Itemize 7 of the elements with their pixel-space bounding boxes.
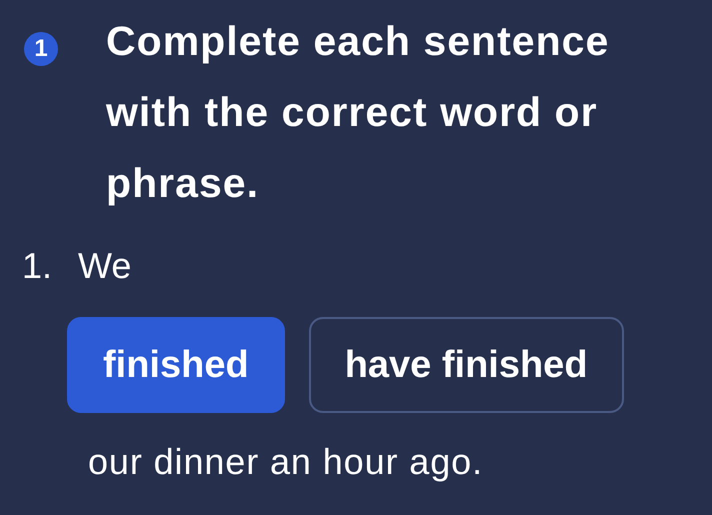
question-number: 1. [22, 244, 52, 288]
sentence-start: We [78, 244, 132, 288]
sentence-end: our dinner an hour ago. [87, 440, 484, 484]
answer-option[interactable]: have finished [308, 317, 624, 413]
instruction-heading: Complete each sentence with the correct word or phrase. [106, 17, 610, 208]
step-number-badge: 1 [24, 32, 58, 66]
answer-option[interactable]: finished [67, 317, 285, 413]
